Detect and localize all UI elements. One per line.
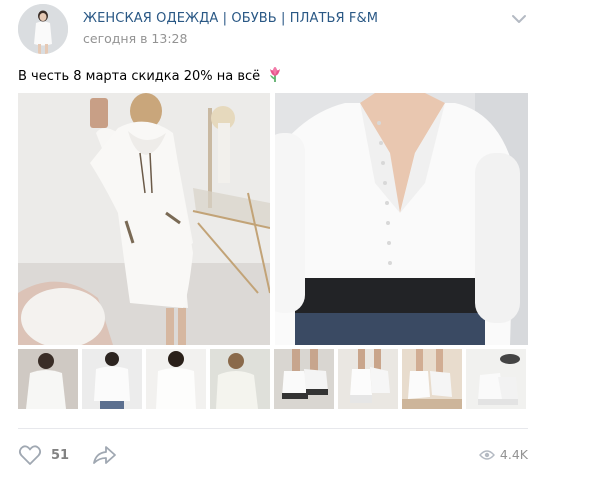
views-counter: 4.4K — [478, 447, 528, 462]
share-arrow-icon — [93, 446, 116, 464]
like-button[interactable]: 51 — [18, 444, 69, 466]
post-photo-2[interactable] — [275, 93, 528, 345]
views-count: 4.4K — [499, 447, 528, 462]
post-text: В честь 8 марта скидка 20% на всё — [18, 66, 283, 84]
share-button[interactable] — [92, 444, 118, 466]
tulip-icon — [270, 67, 281, 82]
post-photo-1[interactable] — [18, 93, 270, 345]
thumbnail-8[interactable] — [466, 349, 526, 409]
community-name-link[interactable]: ЖЕНСКАЯ ОДЕЖДА | ОБУВЬ | ПЛАТЬЯ F&M — [83, 11, 378, 26]
thumbnail-4[interactable] — [210, 349, 270, 409]
thumbnail-1[interactable] — [18, 349, 78, 409]
post-card: ЖЕНСКАЯ ОДЕЖДА | ОБУВЬ | ПЛАТЬЯ F&M сего… — [0, 0, 595, 489]
actions-divider — [18, 428, 528, 429]
chevron-down-icon[interactable] — [510, 12, 528, 26]
heart-icon — [18, 445, 42, 465]
eye-icon — [478, 449, 495, 460]
thumbnail-5[interactable] — [274, 349, 334, 409]
thumbnail-3[interactable] — [146, 349, 206, 409]
thumbnail-2[interactable] — [82, 349, 142, 409]
thumbnail-6[interactable] — [338, 349, 398, 409]
thumbnail-7[interactable] — [402, 349, 462, 409]
community-avatar[interactable] — [18, 4, 68, 54]
like-count: 51 — [51, 447, 70, 463]
post-text-content: В честь 8 марта скидка 20% на всё — [18, 69, 261, 84]
post-date[interactable]: сегодня в 13:28 — [83, 31, 187, 46]
